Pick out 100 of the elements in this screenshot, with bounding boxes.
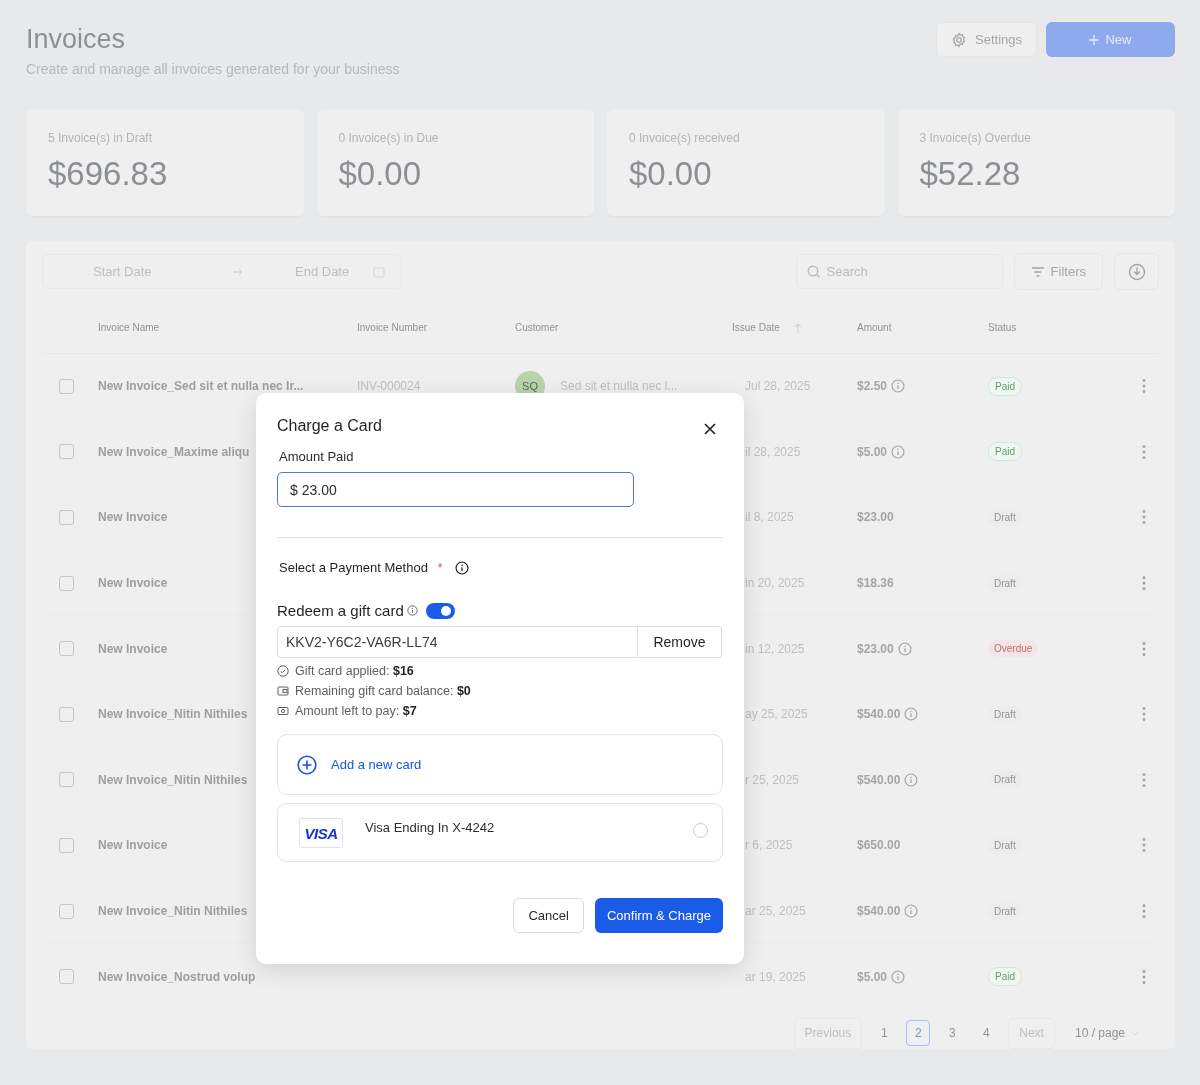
- card-label: Visa Ending In X-4242: [365, 820, 495, 835]
- more-menu-icon[interactable]: [1141, 903, 1146, 920]
- filter-icon: [1030, 265, 1045, 278]
- add-card-link[interactable]: Add a new card: [331, 757, 422, 772]
- stat-value: $52.28: [919, 155, 1022, 193]
- chevron-down-icon: [1131, 1030, 1139, 1036]
- invoice-name: New Invoice: [98, 510, 168, 525]
- dialog-title: Charge a Card: [277, 417, 382, 435]
- gift-summary-text: Remaining gift card balance: $0: [295, 684, 471, 698]
- column-header: Issue Date: [732, 322, 780, 333]
- more-menu-icon[interactable]: [1141, 706, 1146, 723]
- more-menu-icon[interactable]: [1141, 771, 1146, 788]
- info-icon: [891, 444, 906, 459]
- page-size-select[interactable]: 10 / page: [1064, 1017, 1149, 1049]
- info-icon: [904, 772, 919, 787]
- row-checkbox[interactable]: [58, 772, 74, 788]
- amount-input[interactable]: $ 23.00: [277, 472, 634, 507]
- info-icon: [454, 560, 469, 575]
- column-header: Invoice Number: [357, 322, 428, 333]
- download-icon: [1127, 262, 1146, 281]
- card-radio[interactable]: [693, 823, 708, 838]
- cancel-button[interactable]: Cancel: [513, 898, 584, 933]
- more-menu-icon[interactable]: [1141, 378, 1146, 395]
- row-checkbox[interactable]: [58, 641, 74, 657]
- column-header: Status: [988, 322, 1017, 333]
- stat-value: $0.00: [629, 155, 713, 193]
- more-menu-icon[interactable]: [1141, 509, 1146, 526]
- invoice-name: New Invoice_Nitin Nithiles: [98, 772, 248, 787]
- settings-button[interactable]: Settings: [936, 22, 1037, 57]
- stat-value: $696.83: [48, 155, 169, 193]
- row-checkbox[interactable]: [58, 575, 74, 591]
- stat-value: $0.00: [338, 155, 423, 193]
- info-icon: [897, 641, 912, 656]
- row-checkbox[interactable]: [58, 706, 74, 722]
- gift-card-toggle[interactable]: [425, 602, 455, 619]
- amount: $23.00: [857, 510, 894, 525]
- row-checkbox[interactable]: [58, 903, 74, 919]
- page-button[interactable]: 4: [974, 1020, 999, 1047]
- close-icon: [704, 423, 716, 435]
- info-icon: [891, 379, 906, 394]
- row-checkbox[interactable]: [58, 837, 74, 853]
- settings-icon: [951, 31, 967, 48]
- page-button[interactable]: 2: [906, 1020, 931, 1047]
- status-badge: Paid: [988, 376, 1022, 396]
- more-menu-icon[interactable]: [1141, 640, 1146, 657]
- more-menu-icon[interactable]: [1141, 968, 1146, 985]
- plus-icon: [1089, 34, 1100, 45]
- amount-label: Amount Paid: [279, 449, 355, 464]
- amount: $650.00: [857, 838, 901, 853]
- remove-button[interactable]: Remove: [638, 626, 722, 658]
- invoice-name: New Invoice: [98, 838, 168, 853]
- confirm-charge-button[interactable]: Confirm & Charge: [594, 898, 723, 933]
- payment-method-label: Select a Payment Method: [279, 560, 428, 575]
- arrow-right-icon: [233, 267, 243, 276]
- invoice-name: New Invoice_Nitin Nithiles: [98, 904, 248, 919]
- invoice-name: New Invoice_Sed sit et nulla nec Ir...: [98, 379, 304, 394]
- amount: $23.00: [857, 641, 894, 656]
- status-badge: Paid: [988, 442, 1022, 462]
- gift-summary-text: Gift card applied: $16: [295, 664, 414, 678]
- new-button[interactable]: New: [1046, 22, 1175, 57]
- row-checkbox[interactable]: [58, 510, 74, 525]
- info-icon: [406, 605, 418, 616]
- filters-button[interactable]: Filters: [1013, 253, 1103, 290]
- invoice-name: New Invoice: [98, 576, 168, 591]
- more-menu-icon[interactable]: [1141, 575, 1146, 592]
- check-circle-icon: [277, 665, 289, 677]
- invoice-name: New Invoice_Maxime aliqu: [98, 444, 250, 459]
- amount: $5.00: [857, 444, 888, 459]
- status-badge: Paid: [988, 967, 1022, 987]
- page-title: Invoices: [26, 24, 127, 55]
- invoice-name: New Invoice: [98, 641, 168, 656]
- status-badge: Overdue: [988, 640, 1039, 658]
- card-logo: VISA: [299, 818, 343, 848]
- amount: $540.00: [857, 772, 901, 787]
- cash-icon: [277, 705, 289, 717]
- plus-circle-icon: [297, 754, 317, 775]
- more-menu-icon[interactable]: [1141, 837, 1146, 854]
- row-checkbox[interactable]: [58, 969, 74, 985]
- column-header: Invoice Name: [98, 322, 160, 333]
- amount: $540.00: [857, 904, 901, 919]
- column-header: Amount: [857, 322, 892, 333]
- wallet-icon: [277, 685, 289, 697]
- stat-label: 5 Invoice(s) in Draft: [48, 131, 154, 145]
- invoice-name: New Invoice_Nitin Nithiles: [98, 707, 248, 722]
- page-button[interactable]: 1: [872, 1020, 897, 1047]
- row-checkbox[interactable]: [58, 444, 74, 460]
- gift-code-input[interactable]: KKV2-Y6C2-VA6R-LL74: [277, 626, 638, 658]
- download-button[interactable]: [1114, 253, 1159, 290]
- info-icon: [904, 707, 919, 722]
- row-checkbox[interactable]: [58, 378, 74, 394]
- close-button[interactable]: [704, 423, 716, 435]
- more-menu-icon[interactable]: [1141, 443, 1146, 460]
- saved-card-option[interactable]: VISA Visa Ending In X-4242: [277, 803, 723, 862]
- page-button[interactable]: 3: [940, 1020, 965, 1047]
- required-mark: *: [437, 560, 443, 575]
- column-header: Customer: [515, 322, 559, 333]
- invoice-name: New Invoice_Nostrud volup: [98, 969, 256, 984]
- gift-card-label: Redeem a gift card: [277, 602, 404, 619]
- search-icon: [806, 264, 821, 279]
- sort-arrow-icon[interactable]: [793, 322, 802, 333]
